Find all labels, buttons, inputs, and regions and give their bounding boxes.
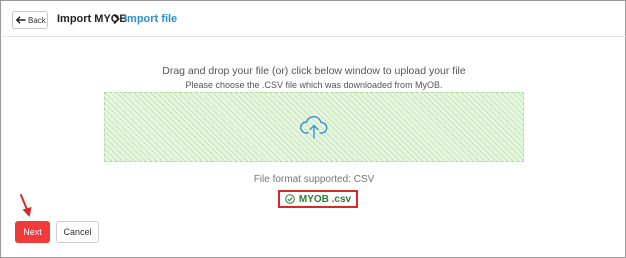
next-button[interactable]: Next — [15, 221, 50, 243]
supported-format-text: File format supported: CSV — [253, 174, 375, 185]
arrow-left-icon — [16, 16, 26, 24]
file-dropzone[interactable] — [104, 92, 524, 162]
back-button[interactable]: Back — [12, 11, 48, 29]
breadcrumb-current-page: Import file — [124, 13, 178, 25]
upload-instruction: Drag and drop your file (or) click below… — [162, 65, 466, 77]
upload-sub-instruction: Please choose the .CSV file which was do… — [185, 80, 443, 90]
selected-file: MYOB .csv — [278, 190, 358, 208]
pointer-arrow-icon — [20, 194, 32, 217]
page-header: Back Import MYOB Import file — [2, 2, 626, 37]
cloud-upload-icon — [300, 115, 328, 139]
check-circle-icon — [285, 194, 295, 204]
back-label: Back — [28, 15, 46, 25]
chevron-right-icon — [113, 13, 120, 25]
import-file-window: Back Import MYOB Import file Drag and dr… — [0, 0, 626, 258]
cancel-button[interactable]: Cancel — [56, 221, 99, 243]
file-name: MYOB .csv — [298, 193, 352, 205]
